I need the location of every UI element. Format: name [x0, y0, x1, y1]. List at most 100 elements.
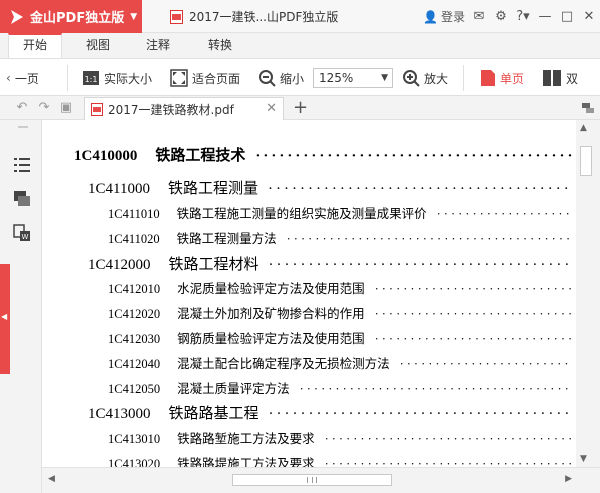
- toc-entry: 1C413000 铁路路基工程 ··························…: [88, 402, 572, 423]
- horizontal-scrollbar[interactable]: ◀ ▶: [42, 467, 600, 493]
- toc-title: 铁路工程材料: [168, 255, 259, 273]
- toc-leader-dots: ········································…: [299, 382, 572, 396]
- maximize-icon: □: [560, 9, 574, 24]
- zoom-in-icon: [403, 70, 420, 87]
- toc-title: 铁路路堤施工方法及要求: [177, 456, 315, 467]
- fit-page-icon: [170, 69, 188, 87]
- tab-view[interactable]: 视图: [74, 33, 122, 58]
- left-sidebar: W ◀: [0, 120, 42, 493]
- actual-size-icon: 1:1: [83, 71, 99, 85]
- toc-code: 1C412000: [88, 257, 151, 273]
- toc-leader-dots: ········································…: [324, 457, 572, 467]
- scroll-right-icon[interactable]: ▶: [565, 474, 572, 484]
- fit-page-button[interactable]: 适合页面: [170, 67, 240, 89]
- actual-size-label: 实际大小: [104, 71, 153, 86]
- toc-entry: 1C412010 水泥质量检验评定方法及使用范围 ·················…: [108, 278, 572, 297]
- login-label: 登录: [440, 10, 465, 24]
- title-bar: 金山PDF独立版 ▼ 2017一建铁...山PDF独立版 👤 登录 ✉ ⚙ ?▾…: [0, 0, 600, 33]
- ribbon-divider: [463, 65, 464, 91]
- toc-entry: 1C412030 钢筋质量检验评定方法及使用范围 ·················…: [108, 328, 572, 347]
- toc-leader-dots: ········································…: [374, 282, 572, 296]
- chevron-left-icon: ‹: [6, 71, 11, 85]
- message-icon: ✉: [473, 9, 485, 24]
- zoom-out-label: 缩小: [280, 71, 305, 86]
- comments-icon[interactable]: [13, 190, 31, 208]
- ribbon-toolbar: ‹ 一页 1:1 实际大小 适合页面 缩小 125% ▼ 放大 单页 双: [0, 58, 600, 96]
- help-button[interactable]: ?▾: [512, 0, 534, 33]
- zoom-in-label: 放大: [424, 71, 449, 86]
- toc-code: 1C413000: [88, 406, 151, 422]
- chevron-down-icon: ▼: [130, 11, 138, 22]
- zoom-in-button[interactable]: 放大: [402, 67, 448, 89]
- toc-leader-dots: ········································…: [268, 406, 572, 422]
- single-page-button[interactable]: 单页: [480, 67, 524, 89]
- toc-code: 1C412010: [108, 282, 161, 296]
- double-page-button[interactable]: 双: [542, 67, 578, 89]
- toc-code: 1C410000: [74, 148, 138, 164]
- ribbon-divider: [67, 65, 68, 91]
- toc-leader-dots: ········································…: [436, 207, 572, 221]
- window-title: 2017一建铁...山PDF独立版: [170, 8, 338, 25]
- toc-code: 1C412040: [108, 357, 161, 371]
- zoom-out-icon: [259, 70, 276, 87]
- scroll-down-icon[interactable]: ▼: [580, 454, 587, 464]
- double-page-label: 双: [566, 71, 579, 86]
- tab-start[interactable]: 开始: [8, 33, 62, 58]
- toc-code: 1C413010: [108, 432, 161, 446]
- zoom-level-select[interactable]: 125% ▼: [313, 68, 393, 88]
- app-menu-button[interactable]: 金山PDF独立版 ▼: [0, 0, 142, 33]
- pdf-page-view: 1C410000 铁路工程技术 ··························…: [42, 120, 576, 467]
- tab-annotate[interactable]: 注释: [134, 33, 182, 58]
- new-tab-button[interactable]: +: [293, 97, 308, 118]
- svg-text:W: W: [22, 233, 29, 241]
- toc-code: 1C412030: [108, 332, 161, 346]
- close-button[interactable]: ✕: [578, 0, 600, 33]
- scroll-up-icon[interactable]: ▲: [580, 123, 587, 133]
- feedback-button[interactable]: ✉: [468, 0, 490, 33]
- scroll-left-icon[interactable]: ◀: [48, 474, 55, 484]
- single-page-label: 单页: [500, 71, 525, 86]
- prev-page-button[interactable]: ‹ 一页: [6, 67, 39, 89]
- toc-title: 铁路工程测量方法: [176, 231, 277, 246]
- actual-size-button[interactable]: 1:1 实际大小: [82, 67, 152, 89]
- save-icon[interactable]: ▣: [58, 100, 74, 116]
- horizontal-scroll-thumb[interactable]: [232, 474, 392, 486]
- settings-button[interactable]: ⚙: [490, 0, 512, 33]
- document-tab-strip: ↶ ↷ ▣ 2017一建铁路教材.pdf ✕ +: [0, 96, 600, 120]
- close-icon[interactable]: ✕: [266, 101, 277, 116]
- toc-leader-dots: ········································…: [374, 307, 572, 321]
- minimize-button[interactable]: —: [534, 0, 556, 33]
- login-button[interactable]: 👤 登录: [420, 0, 468, 33]
- toc-entry: 1C410000 铁路工程技术 ··························…: [74, 144, 572, 165]
- undo-icon[interactable]: ↶: [14, 100, 30, 116]
- app-logo-icon: [11, 9, 23, 24]
- vertical-scrollbar[interactable]: ▲ ▼: [576, 120, 600, 467]
- redo-icon[interactable]: ↷: [36, 100, 52, 116]
- zoom-out-button[interactable]: 缩小: [258, 67, 304, 89]
- toc-entry: 1C413010 铁路路堑施工方法及要求 ·····················…: [108, 428, 572, 447]
- vertical-scroll-thumb[interactable]: [580, 146, 592, 176]
- toc-entry: 1C411020 铁路工程测量方法 ························…: [108, 228, 572, 247]
- toc-title: 混凝土配合比确定程序及无损检测方法: [177, 356, 390, 371]
- bookmark-list-icon[interactable]: [13, 156, 31, 174]
- toc-entry: 1C411010 铁路工程施工测量的组织实施及测量成果评价 ············…: [108, 203, 572, 222]
- tab-convert[interactable]: 转换: [196, 33, 244, 58]
- toc-title: 铁路工程施工测量的组织实施及测量成果评价: [176, 206, 427, 221]
- convert-to-word-icon[interactable]: W: [13, 224, 31, 242]
- app-brand-label: 金山PDF独立版: [30, 11, 125, 26]
- toc-title: 铁路路堑施工方法及要求: [177, 431, 315, 446]
- toc-entry: 1C412040 混凝土配合比确定程序及无损检测方法 ···············…: [108, 353, 572, 372]
- document-tab[interactable]: 2017一建铁路教材.pdf ✕: [84, 97, 284, 120]
- maximize-button[interactable]: □: [556, 0, 578, 33]
- toc-code: 1C411020: [108, 232, 160, 246]
- chevron-down-icon: ▼: [381, 73, 388, 83]
- toc-code: 1C411010: [108, 207, 160, 221]
- sidebar-collapse-handle[interactable]: ◀: [0, 264, 10, 374]
- toc-code: 1C412020: [108, 307, 161, 321]
- zoom-level-value: 125%: [319, 71, 354, 85]
- toc-title: 混凝土外加剂及矿物掺合料的作用: [177, 306, 365, 321]
- toc-title: 铁路路基工程: [168, 404, 259, 422]
- toc-entry: 1C412000 铁路工程材料 ··························…: [88, 253, 572, 274]
- tab-list-icon[interactable]: [582, 102, 594, 114]
- toc-title: 钢筋质量检验评定方法及使用范围: [177, 331, 365, 346]
